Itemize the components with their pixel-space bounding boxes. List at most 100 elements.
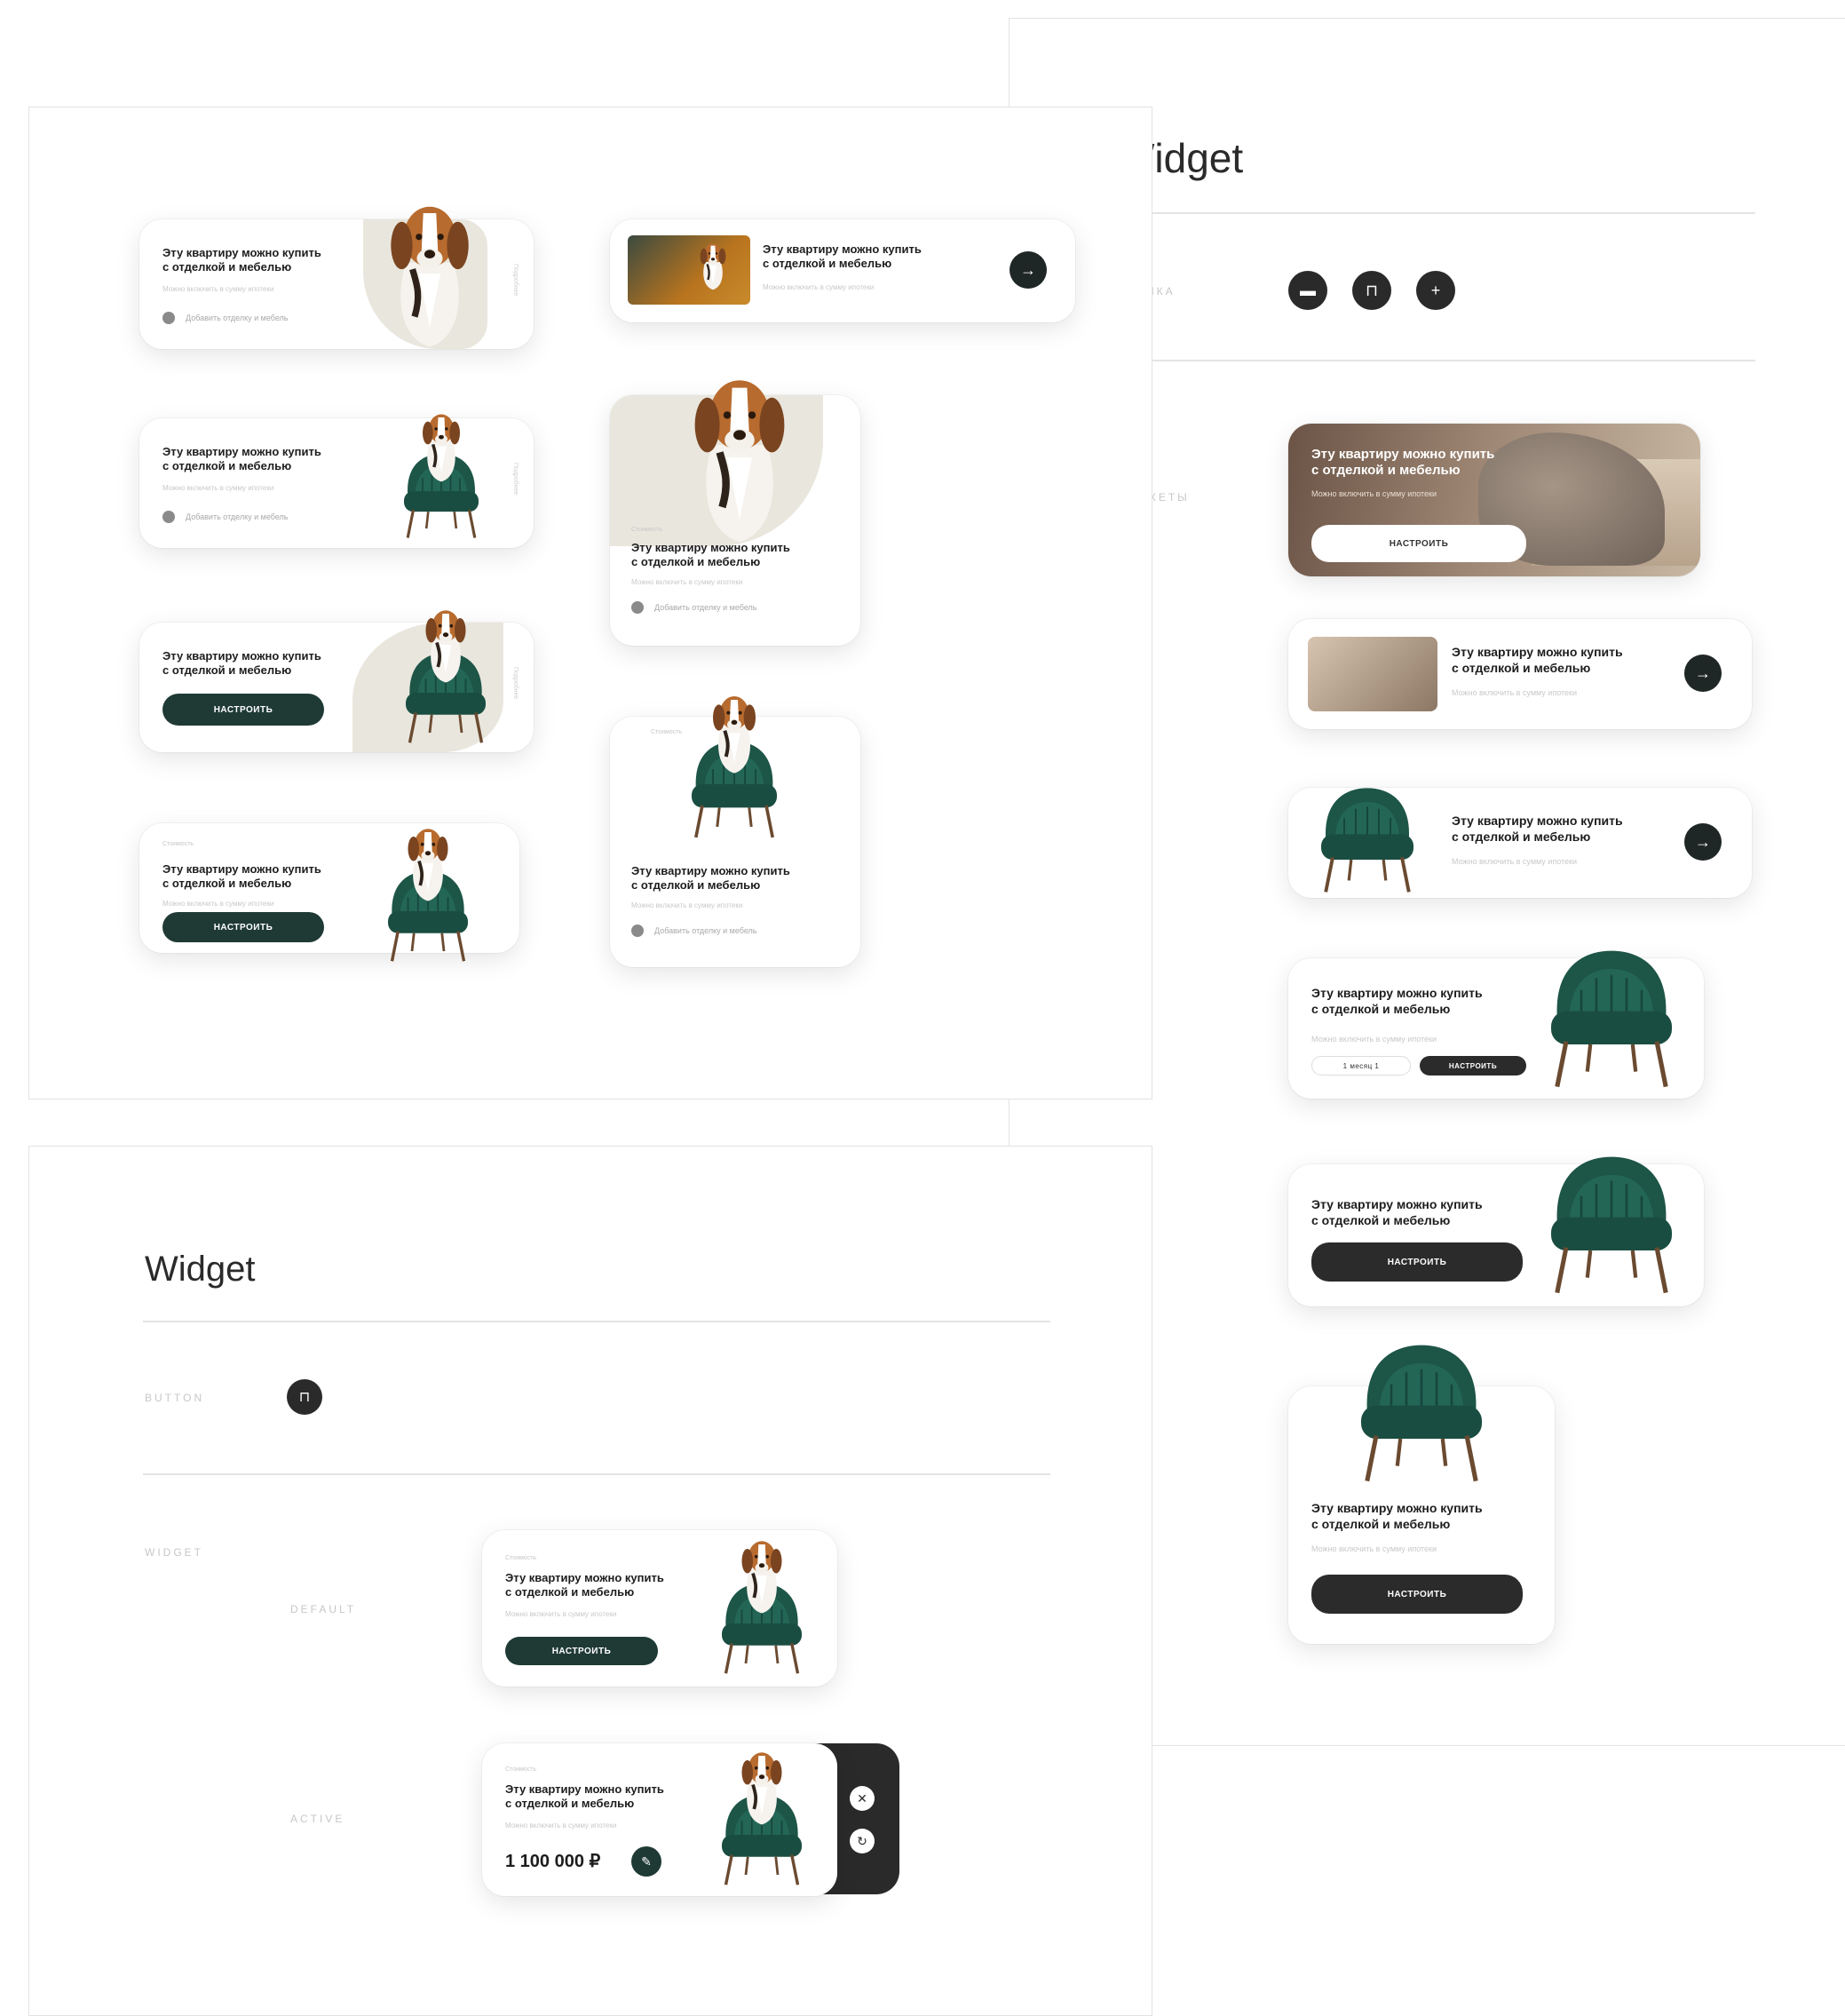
card-title: Эту квартиру можно купить с отделкой и м…: [162, 862, 321, 890]
widget-photo-card[interactable]: Эту квартиру можно купить с отделкой и м…: [1288, 424, 1700, 576]
configure-button[interactable]: НАСТРОИТЬ: [1311, 525, 1526, 562]
add-link-label: Добавить отделку и мебель: [186, 512, 289, 521]
add-dot-icon: [162, 511, 175, 523]
plus-icon: +: [1430, 281, 1441, 299]
dog-image: [677, 369, 802, 546]
card-title: Эту квартиру можно купить с отделкой и м…: [162, 246, 321, 274]
refresh-icon: ↻: [857, 1833, 867, 1848]
edit-price-button[interactable]: ✎: [631, 1846, 661, 1877]
configure-button[interactable]: НАСТРОИТЬ: [1311, 1242, 1523, 1282]
widget-horizontal-card[interactable]: Эту квартиру можно купить с отделкой и м…: [1288, 619, 1752, 729]
period-chip[interactable]: 1 месяц 1: [1311, 1056, 1411, 1075]
chair-button[interactable]: ⊓: [287, 1379, 322, 1415]
add-link-label: Добавить отделку и мебель: [186, 314, 289, 322]
add-finishing-link[interactable]: Добавить отделку и мебель: [162, 511, 288, 523]
arrow-button[interactable]: →: [1684, 823, 1722, 861]
close-icon: ✕: [857, 1790, 867, 1806]
divider: [143, 1321, 1050, 1322]
widget-chair-button-card[interactable]: Эту квартиру можно купить с отделкой и м…: [1288, 1164, 1704, 1306]
dog-room-photo: [628, 235, 750, 305]
divider: [1116, 212, 1755, 214]
card-subtitle: Можно включить в сумму ипотеки: [1311, 489, 1437, 498]
widget-chair-arrow-card[interactable]: Эту квартиру можно купить с отделкой и м…: [1288, 788, 1752, 898]
card-subtitle: Можно включить в сумму ипотеки: [631, 578, 743, 586]
widget-chair-chips-card[interactable]: Эту квартиру можно купить с отделкой и м…: [1288, 958, 1704, 1099]
card-title: Эту квартиру можно купить с отделкой и м…: [1311, 1197, 1483, 1227]
add-link-label: Добавить отделку и мебель: [654, 603, 757, 612]
divider: [1116, 360, 1755, 361]
add-dot-icon: [631, 601, 644, 614]
sofa-icon: ▬: [1300, 281, 1316, 299]
row-label-widget: WIDGET: [145, 1546, 203, 1559]
chair-image: [1532, 939, 1691, 1090]
add-finishing-link[interactable]: Добавить отделку и мебель: [162, 312, 288, 324]
close-action[interactable]: ✕: [850, 1786, 875, 1811]
card-subtitle: Можно включить в сумму ипотеки: [162, 900, 274, 908]
card-subtitle: Можно включить в сумму ипотеки: [505, 1822, 617, 1829]
configure-button[interactable]: НАСТРОИТЬ: [505, 1637, 658, 1665]
add-dot-icon: [631, 925, 644, 937]
chair-image: [1342, 1333, 1501, 1484]
arrow-button[interactable]: →: [1010, 251, 1047, 289]
configure-button[interactable]: НАСТРОИТЬ: [1311, 1575, 1523, 1614]
card-eyebrow: Стоимость: [631, 527, 663, 533]
card-eyebrow: Стоимость: [505, 1555, 537, 1561]
widget-dogchair-configure-card[interactable]: Эту квартиру можно купить с отделкой и м…: [139, 623, 534, 752]
dog-on-chair-image: [663, 672, 805, 841]
variants-panel: Эту квартиру можно купить с отделкой и м…: [28, 107, 1152, 1099]
card-subtitle: Можно включить в сумму ипотеки: [631, 901, 743, 909]
state-label-active: ACTIVE: [290, 1813, 345, 1825]
add-button[interactable]: +: [1416, 271, 1455, 310]
card-subtitle: Можно включить в сумму ипотеки: [1311, 1544, 1437, 1553]
arrow-right-icon: →: [1695, 663, 1711, 682]
chair-icon: ⊓: [298, 1390, 311, 1405]
card-eyebrow: Стоимость: [162, 841, 194, 847]
side-label: Подробнее: [512, 264, 519, 297]
card-subtitle: Можно включить в сумму ипотеки: [162, 285, 274, 293]
refresh-action[interactable]: ↻: [850, 1829, 875, 1853]
widget-dogchair-card[interactable]: Эту квартиру можно купить с отделкой и м…: [139, 418, 534, 548]
add-dot-icon: [162, 312, 175, 324]
widget-dogchair-eyebrow-card[interactable]: Стоимость Эту квартиру можно купить с от…: [139, 823, 519, 953]
add-finishing-link[interactable]: Добавить отделку и мебель: [631, 601, 756, 614]
widget-dog-photo-arrow-card[interactable]: Эту квартиру можно купить с отделкой и м…: [610, 219, 1075, 322]
widget-dog-card[interactable]: Эту квартиру можно купить с отделкой и м…: [139, 219, 534, 349]
arrow-button[interactable]: →: [1684, 655, 1722, 692]
card-title: Эту квартиру можно купить с отделкой и м…: [631, 864, 790, 892]
add-link-label: Добавить отделку и мебель: [654, 926, 757, 935]
card-title: Эту квартиру можно купить с отделкой и м…: [1311, 447, 1495, 478]
dog-on-chair-image: [379, 392, 503, 543]
room-photo: [1308, 637, 1437, 711]
divider: [143, 1473, 1050, 1475]
price-value: 1 100 000 ₽: [505, 1852, 601, 1871]
dog-on-chair-image: [361, 806, 495, 965]
side-label: Подробнее: [512, 667, 519, 700]
sofa-button[interactable]: ▬: [1288, 271, 1327, 310]
arrow-right-icon: →: [1020, 260, 1036, 279]
chair-button[interactable]: ⊓: [1352, 271, 1391, 310]
dog-on-chair-image: [695, 1729, 828, 1889]
dog-on-chair-image: [379, 587, 512, 747]
add-finishing-link[interactable]: Добавить отделку и мебель: [631, 925, 756, 937]
card-title: Эту квартиру можно купить с отделкой и м…: [763, 242, 922, 270]
widget-dog-vertical-card[interactable]: Стоимость Эту квартиру можно купить с от…: [610, 395, 860, 646]
widget-dogchair-vertical-card[interactable]: Стоимость Эту квартиру можно купить с от…: [610, 717, 860, 967]
widget-default-card[interactable]: Стоимость Эту квартиру можно купить с от…: [482, 1530, 837, 1687]
card-title: Эту квартиру можно купить с отделкой и м…: [162, 445, 321, 472]
card-title: Эту квартиру можно купить с отделкой и м…: [1452, 814, 1623, 844]
bottom-widget-panel: Widget BUTTON ⊓ WIDGET DEFAULT ACTIVE Ст…: [28, 1146, 1152, 2016]
card-subtitle: Можно включить в сумму ипотеки: [162, 484, 274, 492]
card-title: Эту квартиру можно купить с отделкой и м…: [1311, 1501, 1483, 1531]
configure-button[interactable]: НАСТРОИТЬ: [162, 694, 324, 726]
dog-on-chair-image: [695, 1518, 828, 1678]
bottom-panel-title: Widget: [145, 1250, 256, 1289]
card-subtitle: Можно включить в сумму ипотеки: [1452, 688, 1578, 697]
dog-image: [695, 241, 731, 290]
card-title: Эту квартиру можно купить с отделкой и м…: [505, 1782, 664, 1810]
chip-configure-button[interactable]: НАСТРОИТЬ: [1420, 1056, 1526, 1075]
state-label-default: DEFAULT: [290, 1603, 357, 1615]
widget-vertical-card[interactable]: Эту квартиру можно купить с отделкой и м…: [1288, 1386, 1555, 1644]
widget-active-card[interactable]: Стоимость Эту квартиру можно купить с от…: [482, 1743, 837, 1896]
card-subtitle: Можно включить в сумму ипотеки: [1452, 857, 1578, 866]
configure-button[interactable]: НАСТРОИТЬ: [162, 912, 324, 942]
